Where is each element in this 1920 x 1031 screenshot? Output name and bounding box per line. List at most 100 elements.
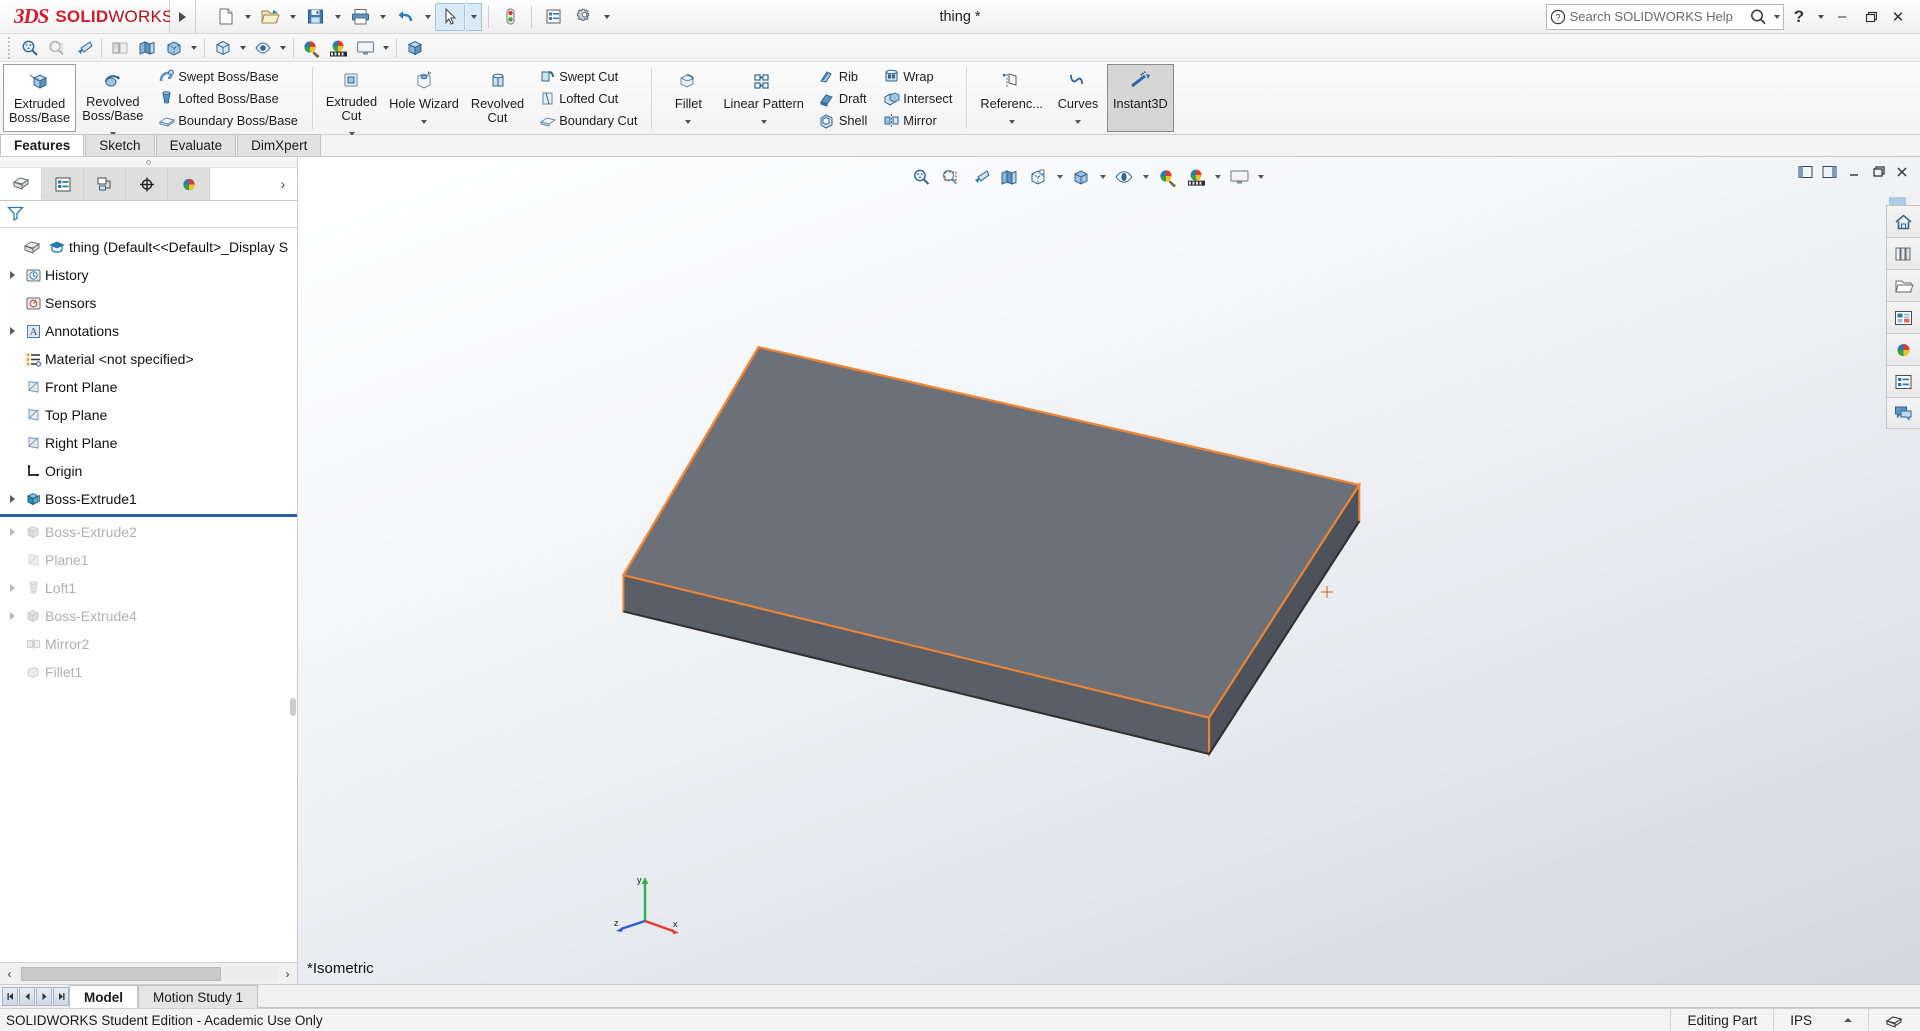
display-style-caret[interactable] xyxy=(1096,164,1109,190)
tree-item-origin[interactable]: Origin xyxy=(0,457,297,485)
display-style-caret[interactable] xyxy=(187,34,200,62)
tree-twisty-history[interactable] xyxy=(3,271,21,279)
gear-caret[interactable] xyxy=(600,3,613,31)
new-document-caret[interactable] xyxy=(241,3,254,31)
hide-show-caret[interactable] xyxy=(1139,164,1152,190)
feature-manager-tab[interactable] xyxy=(0,168,42,200)
edit-appearance-icon[interactable] xyxy=(298,35,325,61)
hole-wizard-button[interactable]: Hole Wizard xyxy=(383,64,465,132)
open-document-caret[interactable] xyxy=(286,3,299,31)
feature-tree-filter[interactable] xyxy=(0,201,297,228)
view-settings-caret[interactable] xyxy=(379,34,392,62)
tree-item-history[interactable]: History xyxy=(0,261,297,289)
tab-sketch[interactable]: Sketch xyxy=(85,134,155,156)
draft-button[interactable]: Draft xyxy=(812,88,872,109)
help-button[interactable]: ? xyxy=(1786,3,1812,31)
view-settings-icon[interactable] xyxy=(1225,164,1253,190)
custom-properties-icon[interactable] xyxy=(1886,365,1920,397)
extruded-cut-button[interactable]: Extruded Cut xyxy=(320,64,383,136)
tree-twisty-annotations[interactable] xyxy=(3,327,21,335)
shell-button[interactable]: Shell xyxy=(812,110,872,131)
curves-button[interactable]: Curves xyxy=(1049,64,1107,132)
help-search-box[interactable]: ? xyxy=(1546,3,1784,31)
apply-scene-caret[interactable] xyxy=(1211,164,1224,190)
fillet-caret[interactable] xyxy=(685,111,692,124)
view-orientation-icon[interactable] xyxy=(1024,164,1052,190)
configuration-manager-tab[interactable] xyxy=(84,168,126,200)
select-tool-caret[interactable] xyxy=(466,2,482,31)
print-document-caret[interactable] xyxy=(376,3,389,31)
minimize-view-icon[interactable] xyxy=(1845,163,1862,180)
status-units[interactable]: IPS xyxy=(1773,1008,1828,1031)
select-tool-icon[interactable] xyxy=(435,2,465,31)
nav-prev-button[interactable] xyxy=(19,987,35,1006)
graphics-viewport[interactable]: y x z *Isometric xyxy=(298,157,1920,984)
close-window-button[interactable]: ✕ xyxy=(1885,3,1911,31)
hide-show-items-icon[interactable] xyxy=(249,35,276,61)
tree-item-front-plane[interactable]: Front Plane xyxy=(0,373,297,401)
revolved-boss-caret[interactable] xyxy=(109,123,116,136)
open-document-icon[interactable] xyxy=(255,3,285,31)
nav-last-button[interactable] xyxy=(53,987,69,1006)
search-caret[interactable] xyxy=(1772,3,1783,31)
file-explorer-icon[interactable] xyxy=(1886,269,1920,301)
tree-item-boss-extrude1[interactable]: Boss-Extrude1 xyxy=(0,485,297,513)
hide-show-items-icon[interactable] xyxy=(1110,164,1138,190)
lofted-boss-base-button[interactable]: Lofted Boss/Base xyxy=(151,88,303,109)
tree-twisty-boss-extrude1[interactable] xyxy=(3,495,21,503)
feature-manager-expand-button[interactable]: › xyxy=(269,176,297,192)
design-library-icon[interactable] xyxy=(1886,237,1920,269)
zoom-to-area-icon[interactable] xyxy=(937,164,965,190)
display-manager-tab[interactable] xyxy=(168,168,210,200)
tree-item-boss-extrude2[interactable]: Boss-Extrude2 xyxy=(0,518,297,546)
view-palette-icon[interactable] xyxy=(1886,301,1920,333)
mirror-button[interactable]: Mirror xyxy=(876,110,957,131)
apply-scene-icon[interactable] xyxy=(325,35,352,61)
menu-expand-button[interactable] xyxy=(170,0,196,33)
view-orientation-icon[interactable] xyxy=(209,35,236,61)
undo-icon[interactable] xyxy=(390,3,420,31)
tree-item-sensors[interactable]: Sensors xyxy=(0,289,297,317)
nav-next-button[interactable] xyxy=(36,987,52,1006)
task-pane-handle[interactable] xyxy=(1889,197,1906,205)
toolbar-grip[interactable] xyxy=(6,36,13,59)
view-orientation-caret[interactable] xyxy=(236,34,249,62)
revolved-boss-base-button[interactable]: Revolved Boss/Base xyxy=(76,64,149,136)
overlay-icon[interactable] xyxy=(1868,1008,1920,1031)
view-settings-caret[interactable] xyxy=(1254,164,1267,190)
view-settings-icon[interactable] xyxy=(352,35,379,61)
save-document-caret[interactable] xyxy=(331,3,344,31)
curves-caret[interactable] xyxy=(1074,111,1081,124)
tile-right-icon[interactable] xyxy=(1821,163,1838,180)
zoom-to-selection-icon[interactable] xyxy=(70,35,97,61)
isometric-cube-icon[interactable] xyxy=(401,35,428,61)
print-document-icon[interactable] xyxy=(345,3,375,31)
tile-left-icon[interactable] xyxy=(1797,163,1814,180)
reference-geometry-caret[interactable] xyxy=(1008,111,1015,124)
wrap-button[interactable]: Wrap xyxy=(876,66,957,87)
solidworks-forum-icon[interactable] xyxy=(1886,397,1920,429)
tree-item-loft1[interactable]: Loft1 xyxy=(0,574,297,602)
search-icon[interactable] xyxy=(1746,8,1772,26)
tree-twisty-loft1[interactable] xyxy=(3,584,21,592)
reference-geometry-button[interactable]: Referenc... xyxy=(974,64,1049,132)
feature-tree-hscrollbar[interactable]: ‹ › xyxy=(0,962,297,984)
linear-pattern-caret[interactable] xyxy=(760,111,767,124)
search-input[interactable] xyxy=(1569,9,1746,24)
linear-pattern-button[interactable]: Linear Pattern xyxy=(717,64,809,132)
boundary-cut-button[interactable]: Boundary Cut xyxy=(532,110,642,131)
zoom-to-fit-icon[interactable] xyxy=(43,35,70,61)
bottom-tab-model[interactable]: Model xyxy=(69,985,138,1008)
instant3d-button[interactable]: Instant3D xyxy=(1106,64,1174,132)
tree-item-right-plane[interactable]: Right Plane xyxy=(0,429,297,457)
extruded-boss-base-button[interactable]: Extruded Boss/Base xyxy=(3,64,77,132)
previous-view-icon[interactable] xyxy=(966,164,994,190)
zoom-to-fit-icon[interactable] xyxy=(908,164,936,190)
view-orientation-caret[interactable] xyxy=(1053,164,1066,190)
tree-item-plane1[interactable]: Plane1 xyxy=(0,546,297,574)
hole-wizard-caret[interactable] xyxy=(420,111,427,124)
tree-twisty-boss-extrude4[interactable] xyxy=(3,612,21,620)
tree-item-annotations[interactable]: A Annotations xyxy=(0,317,297,345)
save-document-icon[interactable] xyxy=(300,3,330,31)
section-view-grey-icon[interactable] xyxy=(106,35,133,61)
